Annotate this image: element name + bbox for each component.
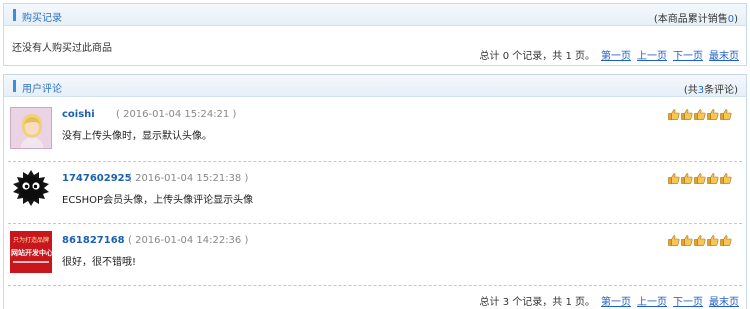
default-avatar-image <box>11 108 51 148</box>
user-comments-header: 用户评论 (共3条评论) <box>4 75 746 97</box>
pager-next-link[interactable]: 下一页 <box>673 297 703 308</box>
purchase-record-header: 购买记录 (本商品累计销售0) <box>4 4 746 26</box>
default-avatar-icon <box>10 107 52 149</box>
comment-item: 1747602925 ( 2016-01-04 15:21:38 ) ECSHO… <box>4 163 746 225</box>
thumbs-up-icon <box>694 235 706 246</box>
purchase-record-panel: 购买记录 (本商品累计销售0) 还没有人购买过此商品 总计 0 个记录，共 1 … <box>3 3 747 66</box>
comment-count-prefix: (共 <box>683 85 698 96</box>
pager-summary: 总计 3 个记录，共 1 页。 <box>479 297 595 308</box>
sales-total: (本商品累计销售0) <box>654 10 738 25</box>
pager-summary: 总计 0 个记录，共 1 页。 <box>479 51 595 62</box>
thumbs-up-icon <box>694 109 706 120</box>
pager-first-link[interactable]: 第一页 <box>601 297 631 308</box>
furball-avatar-icon <box>10 167 52 209</box>
no-purchase-message: 还没有人购买过此商品 <box>12 43 112 54</box>
thumbs-up-icon <box>720 109 732 120</box>
pager-prev-link[interactable]: 上一页 <box>637 297 667 308</box>
rating-stars <box>668 235 732 246</box>
avatar-brand-text: 网站开发中心 <box>11 249 52 257</box>
purchase-pager: 总计 0 个记录，共 1 页。 第一页 上一页 下一页 最末页 <box>480 47 739 62</box>
comment-time: ( 2016-01-04 15:21:38 ) <box>128 173 249 184</box>
comment-username[interactable]: 1747602925 <box>62 173 132 184</box>
thumbs-up-icon <box>668 173 680 184</box>
thumbs-up-icon <box>720 235 732 246</box>
comment-time: ( 2016-01-04 15:24:21 ) <box>116 109 237 120</box>
thumbs-up-icon <box>707 109 719 120</box>
user-comments-panel: 用户评论 (共3条评论) coishi ( 2016-01-04 15:24:2… <box>3 74 747 309</box>
brand-avatar-icon: 只为打造品牌 网站开发中心 <box>10 231 52 273</box>
rating-stars <box>668 109 732 120</box>
comment-item: coishi ( 2016-01-04 15:24:21 ) 没有上传头像时，显… <box>4 99 746 161</box>
comment-divider <box>8 161 742 162</box>
avatar-brand-line <box>13 261 49 263</box>
thumbs-up-icon <box>668 235 680 246</box>
rating-stars <box>668 173 732 184</box>
pager-first-link[interactable]: 第一页 <box>601 51 631 62</box>
thumbs-up-icon <box>681 235 693 246</box>
pager-prev-link[interactable]: 上一页 <box>637 51 667 62</box>
comment-divider <box>8 285 742 286</box>
thumbs-up-icon <box>668 109 680 120</box>
pager-last-link[interactable]: 最末页 <box>709 297 739 308</box>
comment-username[interactable]: coishi <box>62 109 95 120</box>
comment-time: ( 2016-01-04 14:22:36 ) <box>128 235 249 246</box>
pager-last-link[interactable]: 最末页 <box>709 51 739 62</box>
comments-pager: 总计 3 个记录，共 1 页。 第一页 上一页 下一页 最末页 <box>480 293 739 308</box>
furball-avatar-image <box>10 167 52 209</box>
header-accent-bar <box>13 9 16 21</box>
user-comments-title: 用户评论 <box>22 84 62 95</box>
thumbs-up-icon <box>720 173 732 184</box>
sales-total-prefix: (本商品累计销售 <box>653 14 728 25</box>
comment-text: 很好，很不错哦! <box>62 257 137 268</box>
comment-count-suffix: 条评论) <box>704 85 738 96</box>
comment-text: 没有上传头像时，显示默认头像。 <box>62 131 212 142</box>
thumbs-up-icon <box>681 173 693 184</box>
comment-username[interactable]: 861827168 <box>62 235 125 246</box>
header-accent-bar <box>13 80 16 92</box>
comment-count: (共3条评论) <box>684 81 738 96</box>
comment-text: ECSHOP会员头像，上传头像评论显示头像 <box>62 195 254 206</box>
thumbs-up-icon <box>681 109 693 120</box>
purchase-record-title: 购买记录 <box>22 13 62 24</box>
thumbs-up-icon <box>707 173 719 184</box>
comment-divider <box>8 223 742 224</box>
thumbs-up-icon <box>707 235 719 246</box>
thumbs-up-icon <box>694 173 706 184</box>
pager-next-link[interactable]: 下一页 <box>673 51 703 62</box>
avatar-slogan: 只为打造品牌 <box>13 237 50 244</box>
comment-item: 只为打造品牌 网站开发中心 861827168 ( 2016-01-04 14:… <box>4 225 746 287</box>
sales-total-suffix: ) <box>734 14 738 25</box>
